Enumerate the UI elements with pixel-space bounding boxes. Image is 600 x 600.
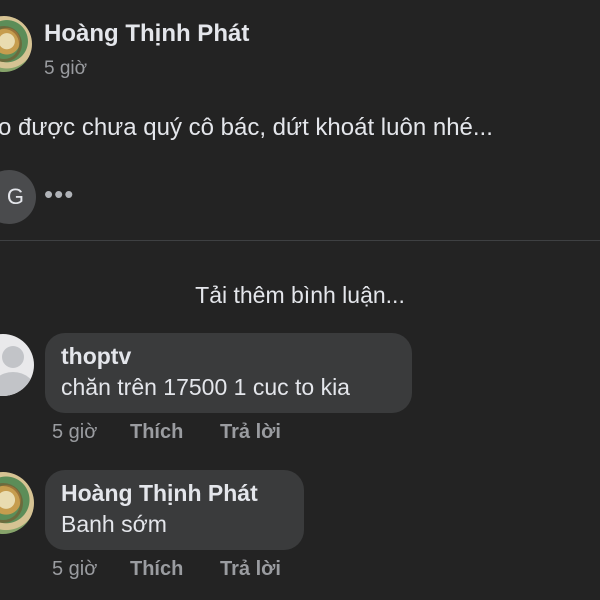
reactor-initial: G xyxy=(6,184,24,209)
reactor-avatar[interactable]: G xyxy=(0,170,36,224)
comment-timestamp[interactable]: 5 giờ xyxy=(52,558,130,581)
load-more-comments-link[interactable]: Tải thêm bình luận... xyxy=(0,282,600,309)
comment-author-avatar[interactable] xyxy=(0,472,34,534)
comment-text: Banh sớm xyxy=(61,511,167,537)
post-author-avatar[interactable] xyxy=(0,16,32,72)
post-timestamp[interactable]: 5 giờ xyxy=(44,58,87,80)
comment-actions: 5 giờ Thích Trả lời xyxy=(52,558,281,581)
default-avatar-head xyxy=(2,346,24,368)
comment-bubble[interactable]: thoptv chăn trên 17500 1 cuc to kia xyxy=(45,333,412,413)
post-comments-screen: Hoàng Thịnh Phát 5 giờ o được chưa quý c… xyxy=(0,0,600,600)
like-button[interactable]: Thích xyxy=(130,558,220,581)
avatar-pattern xyxy=(0,26,22,62)
avatar-pattern xyxy=(0,483,23,523)
default-avatar-body xyxy=(0,372,34,396)
more-options-icon[interactable]: ••• xyxy=(44,181,74,207)
like-button[interactable]: Thích xyxy=(130,421,220,444)
comment-author-avatar[interactable] xyxy=(0,334,34,396)
comment-author-name[interactable]: Hoàng Thịnh Phát xyxy=(61,480,288,507)
comment-author-name[interactable]: thoptv xyxy=(61,343,396,370)
post-text: o được chưa quý cô bác, dứt khoát luôn n… xyxy=(0,114,493,141)
reply-button[interactable]: Trả lời xyxy=(220,558,281,581)
post-author-name[interactable]: Hoàng Thịnh Phát xyxy=(44,20,249,48)
comment-timestamp[interactable]: 5 giờ xyxy=(52,421,130,444)
section-divider xyxy=(0,240,600,241)
comment-bubble[interactable]: Hoàng Thịnh Phát Banh sớm xyxy=(45,470,304,550)
comment-text: chăn trên 17500 1 cuc to kia xyxy=(61,374,350,400)
comment-actions: 5 giờ Thích Trả lời xyxy=(52,421,281,444)
reply-button[interactable]: Trả lời xyxy=(220,421,281,444)
